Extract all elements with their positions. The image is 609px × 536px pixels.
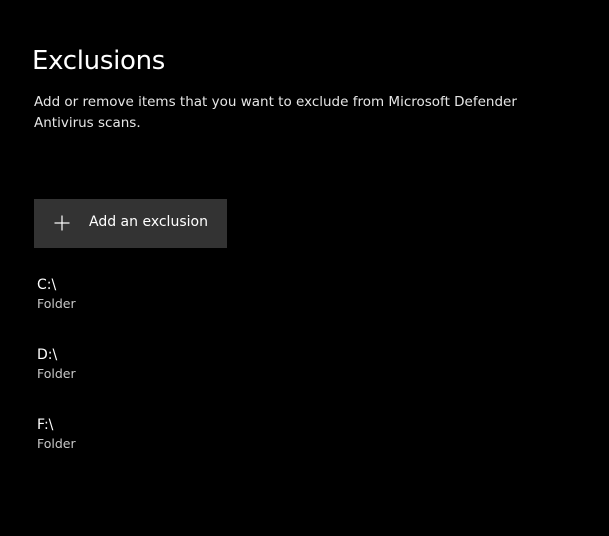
add-exclusion-label: Add an exclusion xyxy=(89,214,208,230)
exclusion-type: Folder xyxy=(37,436,76,451)
exclusion-path: F:\ xyxy=(37,417,54,433)
exclusion-type: Folder xyxy=(37,296,76,311)
exclusion-item-c[interactable]: C:\ Folder xyxy=(37,276,237,320)
plus-icon xyxy=(54,215,70,231)
exclusion-path: C:\ xyxy=(37,277,57,293)
page-description: Add or remove items that you want to exc… xyxy=(34,94,517,131)
exclusion-path: D:\ xyxy=(37,347,58,363)
add-exclusion-button[interactable]: Add an exclusion xyxy=(34,199,227,248)
page-title: Exclusions xyxy=(32,46,166,76)
exclusion-type: Folder xyxy=(37,366,76,381)
exclusion-item-d[interactable]: D:\ Folder xyxy=(37,346,237,390)
exclusion-item-f[interactable]: F:\ Folder xyxy=(37,416,237,460)
